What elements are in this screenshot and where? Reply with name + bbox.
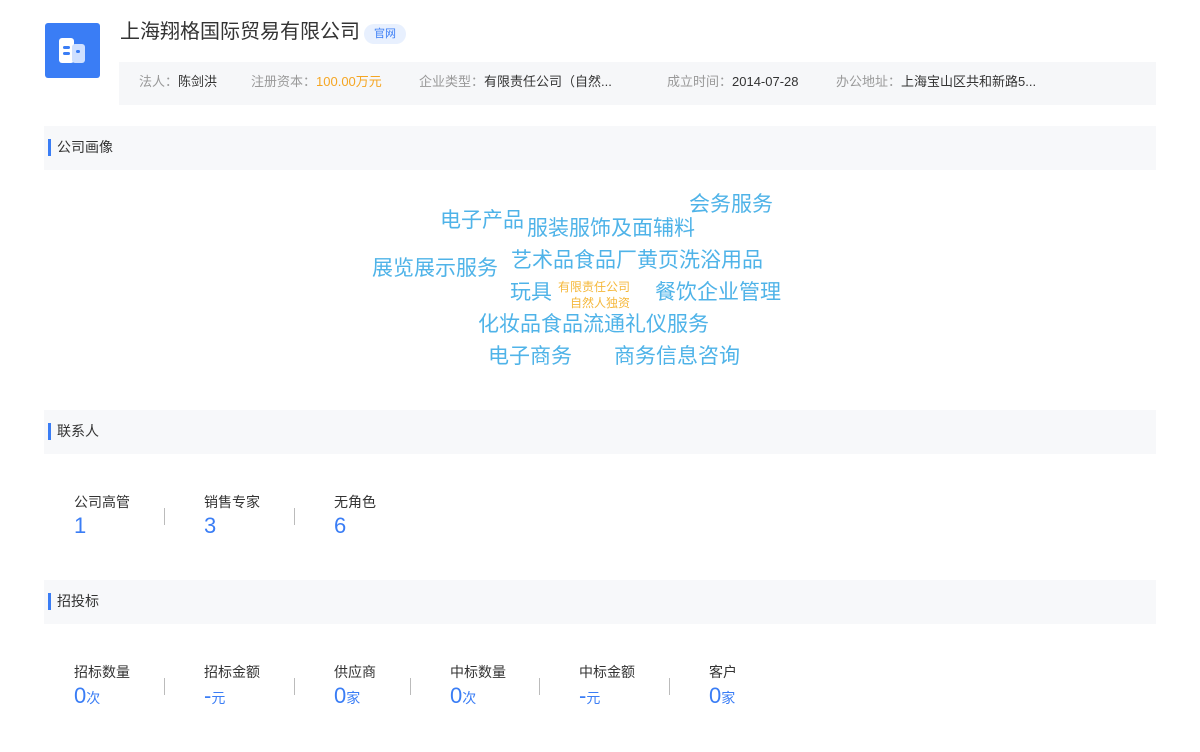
stat-number: 0	[450, 683, 463, 708]
section-accent-bar	[48, 593, 51, 610]
stat-value: 0家	[334, 683, 376, 711]
stat-value: 1	[74, 513, 87, 538]
stat-value: -元	[204, 683, 260, 711]
stat-tender-amount[interactable]: 招标金额 -元	[204, 663, 260, 711]
cloud-word: 玩具	[510, 281, 552, 304]
stat-divider	[164, 508, 165, 525]
info-value: 100.00万元	[316, 74, 382, 89]
info-value: 上海宝山区共和新路5...	[901, 74, 1037, 89]
stat-value: 0家	[709, 683, 737, 711]
section-company-portrait: 公司画像	[44, 126, 1156, 170]
cloud-word: 展览展示服务	[372, 257, 498, 280]
stat-unit: 元	[211, 690, 226, 706]
info-office-address: 办公地址：上海宝山区共和新路5...	[836, 62, 1036, 102]
stat-label: 招标数量	[74, 664, 130, 680]
stat-divider	[294, 508, 295, 525]
stat-win-count[interactable]: 中标数量 0次	[450, 663, 506, 711]
section-title: 公司画像	[57, 139, 113, 155]
stat-divider	[669, 678, 670, 695]
stat-executives[interactable]: 公司高管 1	[74, 493, 130, 539]
stat-tender-count[interactable]: 招标数量 0次	[74, 663, 130, 711]
stat-unit: 家	[721, 690, 736, 706]
section-bidding: 招投标	[44, 580, 1156, 624]
info-label: 企业类型：	[419, 74, 485, 89]
stat-label: 中标金额	[579, 664, 635, 680]
company-logo	[45, 23, 100, 78]
section-accent-bar	[48, 423, 51, 440]
stat-number: 0	[709, 683, 722, 708]
cloud-word: 餐饮企业管理	[655, 281, 781, 304]
stat-label: 公司高管	[74, 494, 130, 510]
cloud-word: 化妆品食品流通礼仪服务	[478, 313, 709, 336]
stat-divider	[164, 678, 165, 695]
cloud-word: 艺术品食品厂黄页洗浴用品	[511, 249, 763, 272]
stat-unit: 元	[586, 690, 601, 706]
section-title: 招投标	[57, 593, 99, 609]
stat-label: 销售专家	[204, 494, 260, 510]
info-label: 注册资本：	[251, 74, 317, 89]
stat-value: 3	[204, 513, 217, 538]
stat-number: 0	[334, 683, 347, 708]
cloud-word: 商务信息咨询	[614, 345, 740, 368]
stat-label: 供应商	[334, 664, 376, 680]
company-name: 上海翔格国际贸易有限公司	[120, 21, 360, 43]
info-label: 成立时间：	[667, 74, 733, 89]
section-accent-bar	[48, 139, 51, 156]
stat-divider	[539, 678, 540, 695]
stat-no-role[interactable]: 无角色 6	[334, 493, 376, 539]
stat-value: 0次	[450, 683, 506, 711]
stat-divider	[294, 678, 295, 695]
info-registered-capital: 注册资本：100.00万元	[251, 62, 382, 102]
stat-value: 0次	[74, 683, 130, 711]
stat-number: 0	[74, 683, 87, 708]
info-value: 陈剑洪	[178, 74, 218, 89]
stat-label: 无角色	[334, 494, 376, 510]
company-info-bar: 法人：陈剑洪 注册资本：100.00万元 企业类型：有限责任公司（自然... 成…	[119, 62, 1156, 105]
info-founded-date: 成立时间：2014-07-28	[667, 62, 799, 102]
official-site-badge[interactable]: 官网	[364, 24, 406, 44]
cloud-center-line: 有限责任公司	[558, 280, 631, 294]
cloud-word: 会务服务	[689, 193, 773, 216]
stat-unit: 家	[346, 690, 361, 706]
stat-sales-experts[interactable]: 销售专家 3	[204, 493, 260, 539]
stat-value: 6	[334, 513, 347, 538]
stat-label: 中标数量	[450, 664, 506, 680]
stat-customers[interactable]: 客户 0家	[709, 663, 737, 711]
stat-suppliers[interactable]: 供应商 0家	[334, 663, 376, 711]
stat-value: -元	[579, 683, 635, 711]
stat-win-amount[interactable]: 中标金额 -元	[579, 663, 635, 711]
info-label: 办公地址：	[836, 74, 902, 89]
cloud-word: 电子商务	[488, 345, 572, 368]
stat-label: 招标金额	[204, 664, 260, 680]
stat-divider	[410, 678, 411, 695]
section-contacts: 联系人	[44, 410, 1156, 454]
info-value: 有限责任公司（自然...	[484, 74, 612, 89]
stat-unit: 次	[86, 690, 101, 706]
info-label: 法人：	[139, 74, 179, 89]
building-icon	[59, 38, 85, 63]
info-legal-person: 法人：陈剑洪	[139, 62, 217, 102]
cloud-word: 服装服饰及面辅料	[527, 217, 695, 240]
stat-unit: 次	[462, 690, 477, 706]
stat-label: 客户	[709, 664, 737, 680]
info-value: 2014-07-28	[732, 74, 799, 89]
section-title: 联系人	[57, 423, 99, 439]
cloud-center-line: 自然人独资	[570, 296, 631, 310]
info-company-type: 企业类型：有限责任公司（自然...	[419, 62, 612, 102]
cloud-word: 电子产品	[440, 209, 524, 232]
